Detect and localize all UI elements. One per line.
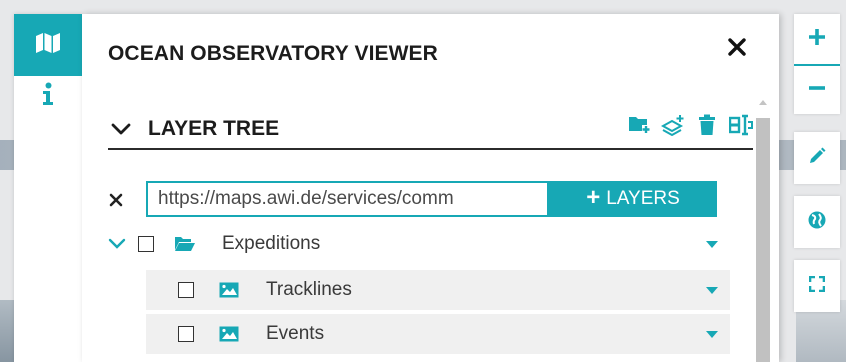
layout-icon[interactable] [729,113,753,137]
image-icon [218,323,240,345]
panel-title: OCEAN OBSERVATORY VIEWER [108,42,438,65]
zoom-out-icon [807,78,827,103]
scrollbar-up-arrow[interactable] [759,100,767,105]
tree-item-expeditions[interactable]: Expeditions [106,224,730,264]
trash-icon[interactable] [695,113,719,137]
zoom-in-icon [807,27,827,52]
tab-map[interactable] [14,14,82,76]
zoom-in-button[interactable] [794,14,840,64]
tab-info[interactable] [14,76,82,126]
globe-button[interactable] [794,196,840,248]
map-water-corner [0,300,14,362]
draw-button[interactable] [794,132,840,184]
layer-label: Expeditions [222,233,321,254]
fullscreen-button[interactable] [794,260,840,312]
layer-checkbox[interactable] [178,326,194,342]
add-layer-icon[interactable] [661,113,685,137]
service-url-input[interactable] [146,181,549,217]
chevron-down-icon[interactable] [106,237,128,251]
layer-label: Events [266,323,325,344]
add-layers-button[interactable]: + LAYERS [549,181,717,217]
globe-icon [807,210,827,235]
layer-tree-toolbar [627,112,753,138]
close-button[interactable] [722,34,752,64]
layer-checkbox[interactable] [178,282,194,298]
caret-down-icon[interactable] [706,330,718,338]
plus-icon: + [586,184,601,211]
info-icon [42,82,54,111]
image-icon [218,279,240,301]
layer-checkbox[interactable] [138,236,154,252]
layer-panel: OCEAN OBSERVATORY VIEWER LAYER TREE http… [82,14,779,362]
add-folder-icon[interactable] [627,113,651,137]
layer-label: Tracklines [266,279,352,300]
zoom-out-button[interactable] [794,64,840,114]
chevron-down-icon[interactable] [110,118,132,140]
map-icon [35,32,61,59]
caret-down-icon[interactable] [706,286,718,294]
tree-item-tracklines[interactable]: Tracklines [146,270,730,310]
layer-tree-header: LAYER TREE [108,112,753,150]
scrollbar-thumb[interactable] [756,118,770,362]
layer-tree-title: LAYER TREE [148,117,280,140]
close-icon [728,37,746,61]
clear-url-icon[interactable] [108,192,124,208]
tree-item-events[interactable]: Events [146,314,730,354]
add-layers-label: LAYERS [606,188,680,209]
side-tab-strip [14,14,82,362]
caret-down-icon[interactable] [706,240,718,248]
pencil-icon [808,147,826,170]
fullscreen-icon [808,275,826,297]
folder-open-icon [174,233,196,255]
